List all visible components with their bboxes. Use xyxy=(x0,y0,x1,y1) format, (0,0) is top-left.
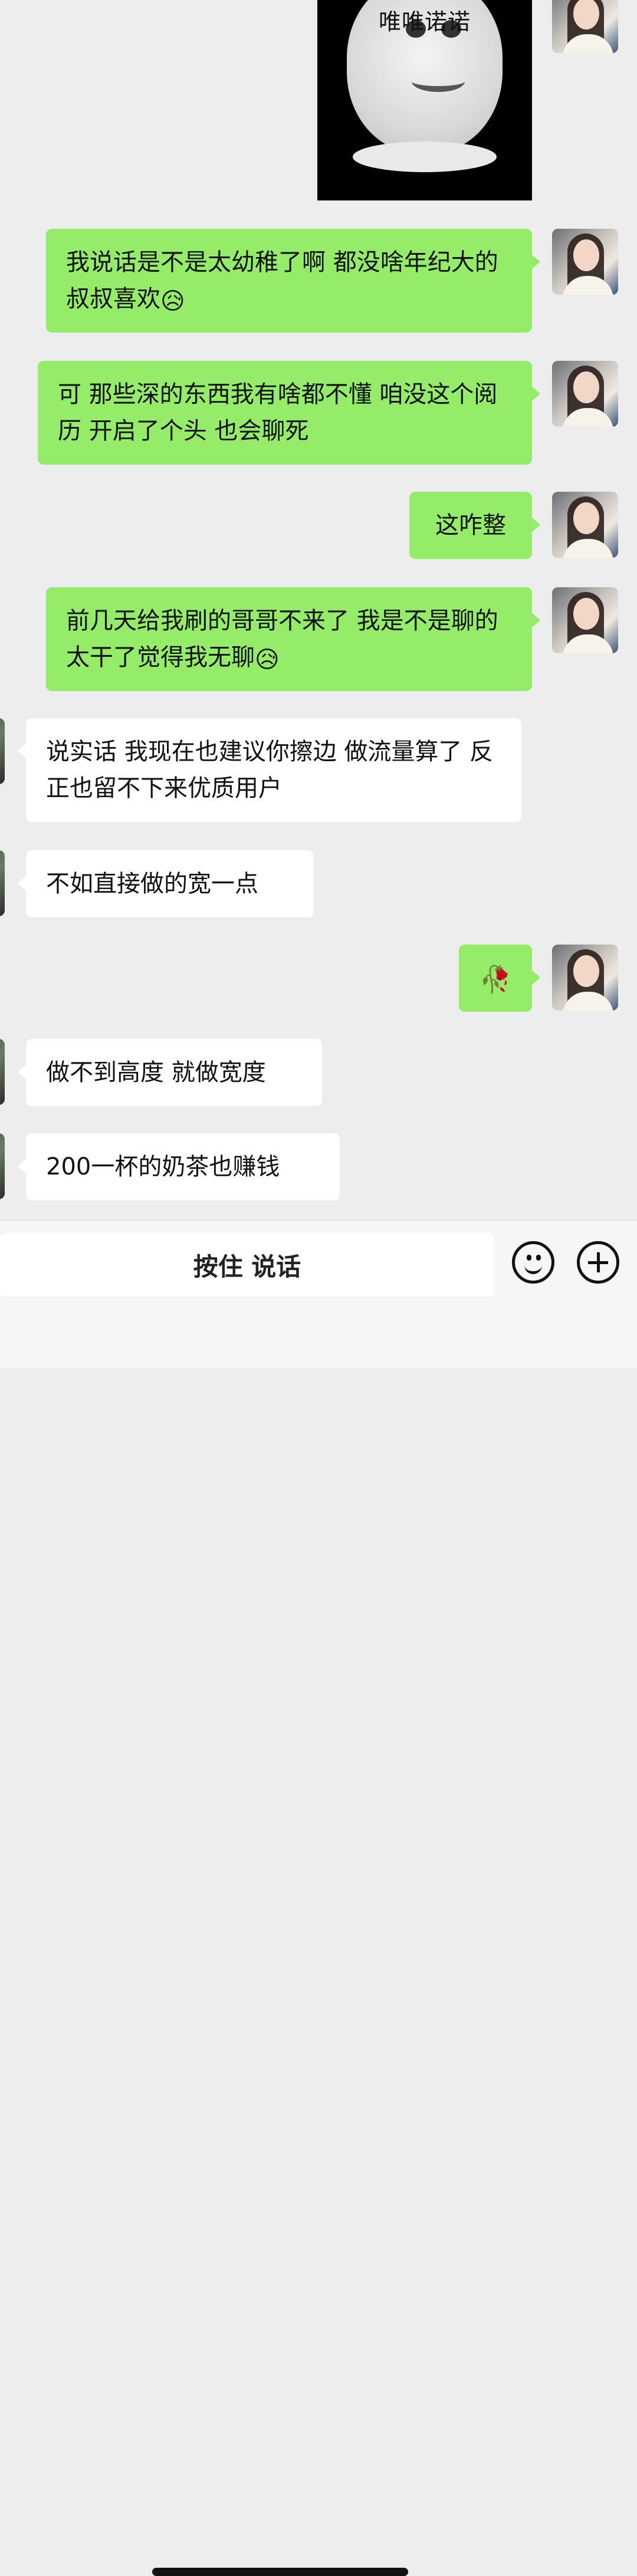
avatar[interactable] xyxy=(552,945,618,1011)
avatar[interactable] xyxy=(552,229,618,295)
message-bubble[interactable]: 说实话 我现在也建议你擦边 做流量算了 反正也留不下来优质用户 xyxy=(18,718,521,822)
avatar[interactable] xyxy=(0,850,5,916)
message-text: 这咋整 xyxy=(435,512,506,539)
message-bubble[interactable]: 不如直接做的宽一点 xyxy=(18,850,314,917)
message-text: 我说话是不是太幼稚了啊 都没啥年纪大的叔叔喜欢 xyxy=(66,249,498,312)
message-text: 说实话 我现在也建议你擦边 做流量算了 反正也留不下来优质用户 xyxy=(46,738,494,802)
message-bubble[interactable]: 可 那些深的东西我有啥都不懂 咱没这个阅历 开启了个头 也会聊死 xyxy=(38,361,540,465)
sad-emoji: 😥 xyxy=(160,288,185,315)
hold-to-talk-button[interactable]: 按住 说话 xyxy=(0,1233,494,1297)
message-bubble[interactable]: 我说话是不是太幼稚了啊 都没啥年纪大的叔叔喜欢😥 xyxy=(46,229,540,333)
message-text: 可 那些深的东西我有啥都不懂 咱没这个阅历 开启了个头 也会聊死 xyxy=(58,381,498,445)
sad-emoji: 😥 xyxy=(255,646,280,673)
message-bubble[interactable]: 200一杯的奶茶也赚钱 xyxy=(18,1133,340,1200)
message-bubble[interactable]: 🥀 xyxy=(459,945,540,1012)
emoji-icon[interactable] xyxy=(512,1241,554,1284)
avatar[interactable] xyxy=(552,361,618,427)
avatar[interactable] xyxy=(0,1039,5,1105)
message-bubble[interactable]: 前几天给我刷的哥哥不来了 我是不是聊的太干了觉得我无聊😥 xyxy=(46,587,540,691)
avatar[interactable] xyxy=(552,492,618,558)
wilted-flower-emoji: 🥀 xyxy=(479,965,512,995)
message-bubble[interactable]: 这咋整 xyxy=(409,492,540,559)
home-indicator[interactable] xyxy=(152,2568,408,2576)
message-text: 不如直接做的宽一点 xyxy=(46,870,258,897)
sticker-message[interactable]: 唯唯诺诺 xyxy=(317,0,532,200)
chat-area[interactable]: 唯唯诺诺 我说话是不是太幼稚了啊 都没啥年纪大的叔叔喜欢😥 可 那些深的东西我有… xyxy=(0,0,637,1220)
chat-input-bar: 按住 说话 xyxy=(0,1220,637,2576)
message-text: 做不到高度 就做宽度 xyxy=(46,1059,266,1086)
plus-icon[interactable] xyxy=(577,1241,619,1284)
message-bubble[interactable]: 做不到高度 就做宽度 xyxy=(18,1039,322,1106)
sticker-caption: 唯唯诺诺 xyxy=(378,9,471,35)
message-text: 200一杯的奶茶也赚钱 xyxy=(46,1153,280,1180)
avatar[interactable] xyxy=(0,1133,5,1199)
avatar[interactable] xyxy=(0,718,5,784)
avatar[interactable] xyxy=(552,0,618,53)
message-text: 前几天给我刷的哥哥不来了 我是不是聊的太干了觉得我无聊 xyxy=(66,607,498,671)
avatar[interactable] xyxy=(552,587,618,653)
